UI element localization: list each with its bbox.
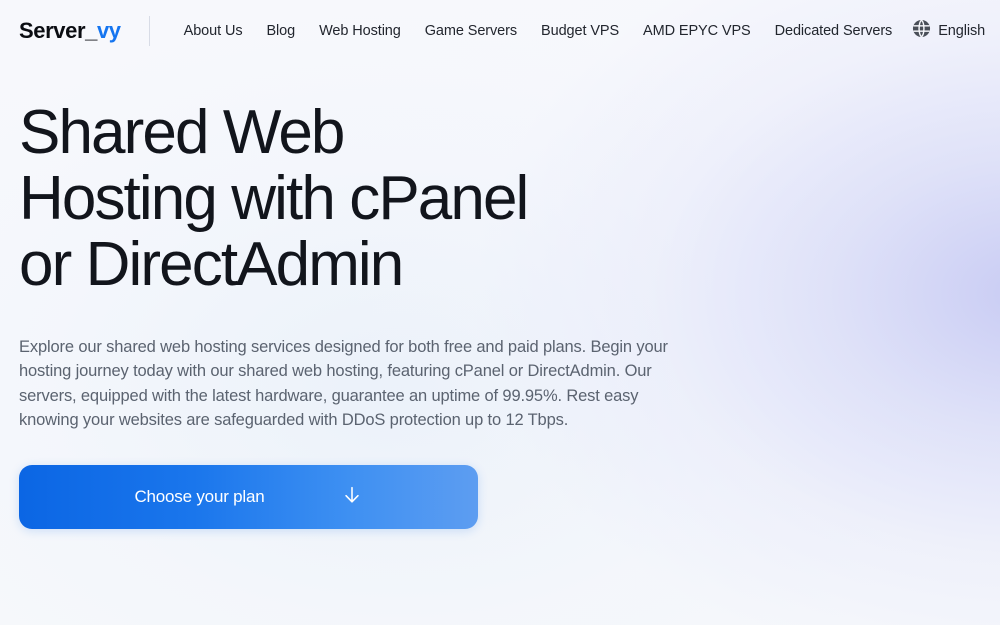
globe-icon [912, 19, 931, 43]
cta-label: Choose your plan [134, 486, 265, 506]
hero-title-line-1: Shared Web [19, 98, 345, 167]
hero-section: Shared Web Hosting with cPanel or Direct… [0, 62, 1000, 529]
arrow-down-icon [341, 484, 363, 509]
header-divider [148, 16, 150, 46]
main-navigation: About Us Blog Web Hosting Game Servers B… [172, 17, 905, 45]
page-root: Server_vy About Us Blog Web Hosting Game… [0, 0, 1000, 625]
hero-description: Explore our shared web hosting services … [19, 338, 668, 430]
nav-item-game-servers[interactable]: Game Servers [413, 17, 529, 45]
nav-item-about-us[interactable]: About Us [172, 17, 255, 45]
choose-your-plan-button[interactable]: Choose your plan [19, 464, 478, 529]
hero-title: Shared Web Hosting with cPanel or Direct… [19, 100, 739, 298]
language-switcher[interactable]: English [904, 13, 989, 49]
nav-item-amd-epyc-vps[interactable]: AMD EPYC VPS [631, 17, 763, 45]
hero-title-line-2: Hosting with cPanel [19, 164, 529, 233]
logo-text-primary: Server_ [19, 18, 97, 43]
nav-item-web-hosting[interactable]: Web Hosting [307, 17, 413, 45]
logo-text-accent: vy [96, 18, 121, 43]
language-label: English [938, 23, 986, 39]
hero-title-line-3: or DirectAdmin [19, 230, 404, 299]
nav-item-dedicated-servers[interactable]: Dedicated Servers [763, 17, 905, 45]
nav-item-blog[interactable]: Blog [254, 17, 307, 45]
site-header: Server_vy About Us Blog Web Hosting Game… [0, 0, 1000, 62]
nav-item-budget-vps[interactable]: Budget VPS [529, 17, 631, 45]
site-logo[interactable]: Server_vy [19, 18, 121, 44]
